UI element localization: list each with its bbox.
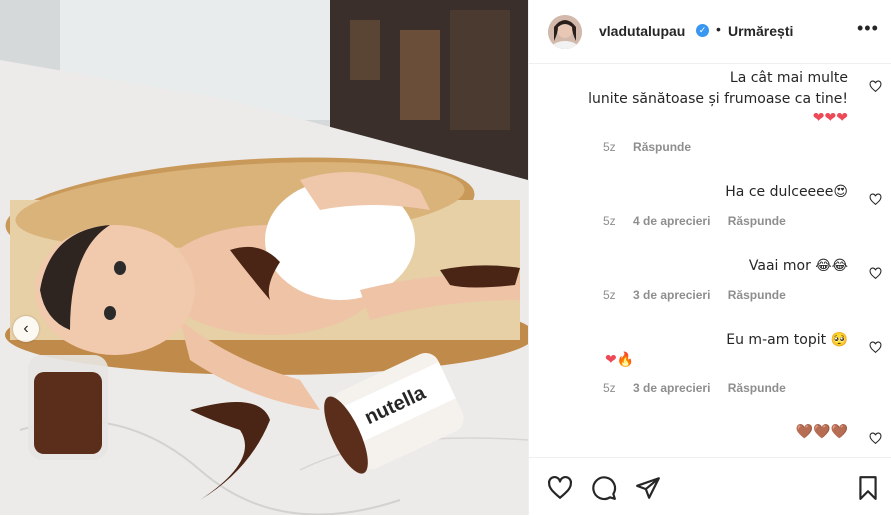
comment-like-heart-icon[interactable] xyxy=(869,341,882,354)
post-actions-bar xyxy=(529,457,891,516)
comment-like-heart-icon[interactable] xyxy=(869,80,882,93)
comment-time: 5z xyxy=(603,288,616,302)
username[interactable]: vladutalupau xyxy=(599,23,685,39)
chevron-left-icon: ‹ xyxy=(23,320,29,337)
comment-emoji: ❤❤❤ xyxy=(812,110,848,126)
comment-like-heart-icon[interactable] xyxy=(869,432,882,445)
comment-text: Ha ce dulceeee😍 xyxy=(725,184,848,200)
comment-emoji: ❤🔥 xyxy=(605,352,635,368)
comment-like-heart-icon[interactable] xyxy=(869,193,882,206)
following-button[interactable]: Urmărești xyxy=(728,23,793,39)
comment-text-line2: lunite sănătoase și frumoase ca tine! xyxy=(588,91,848,107)
comment-time: 5z xyxy=(603,214,616,228)
comment-meta: 5z 4 de aprecieri Răspunde xyxy=(603,214,800,228)
instagram-post-view: nutella ‹ vladutalupau ✓ • Urmărești ••• xyxy=(0,0,891,515)
comment-meta: 5z 3 de aprecieri Răspunde xyxy=(603,381,800,395)
comment-time: 5z xyxy=(603,381,616,395)
post-header: vladutalupau ✓ • Urmărești ••• xyxy=(529,0,891,64)
more-options-icon[interactable]: ••• xyxy=(857,18,879,39)
comment-meta: 5z Răspunde xyxy=(603,140,705,154)
post-photo[interactable]: nutella ‹ xyxy=(0,0,528,515)
reply-button[interactable]: Răspunde xyxy=(728,214,786,228)
comment-text: 🤎🤎🤎 xyxy=(795,424,848,440)
heart-icon[interactable] xyxy=(547,475,573,501)
comment-meta: 5z 3 de aprecieri Răspunde xyxy=(603,288,800,302)
comments-list: La cât mai multe lunite sănătoase și fru… xyxy=(529,64,891,456)
comment-like-heart-icon[interactable] xyxy=(869,267,882,280)
reply-button[interactable]: Răspunde xyxy=(633,140,691,154)
separator-dot: • xyxy=(716,21,721,37)
verified-badge-icon: ✓ xyxy=(696,24,709,37)
comment-text: Vaai mor 😂😂 xyxy=(748,258,848,274)
avatar[interactable] xyxy=(548,15,582,49)
bookmark-icon[interactable] xyxy=(855,475,881,501)
baby-nutella-photo: nutella xyxy=(0,0,528,515)
post-side-panel: vladutalupau ✓ • Urmărești ••• La cât ma… xyxy=(528,0,891,515)
share-icon[interactable] xyxy=(635,475,661,501)
comment-text-line1: La cât mai multe xyxy=(729,70,848,86)
reply-button[interactable]: Răspunde xyxy=(728,381,786,395)
comment-icon[interactable] xyxy=(591,475,617,501)
comment-likes[interactable]: 4 de aprecieri xyxy=(633,214,710,228)
comment-likes[interactable]: 3 de aprecieri xyxy=(633,381,710,395)
comment-time: 5z xyxy=(603,140,616,154)
comment-text: Eu m-am topit 🥺 xyxy=(726,332,848,348)
reply-button[interactable]: Răspunde xyxy=(728,288,786,302)
previous-photo-button[interactable]: ‹ xyxy=(13,316,39,342)
comment-likes[interactable]: 3 de aprecieri xyxy=(633,288,710,302)
